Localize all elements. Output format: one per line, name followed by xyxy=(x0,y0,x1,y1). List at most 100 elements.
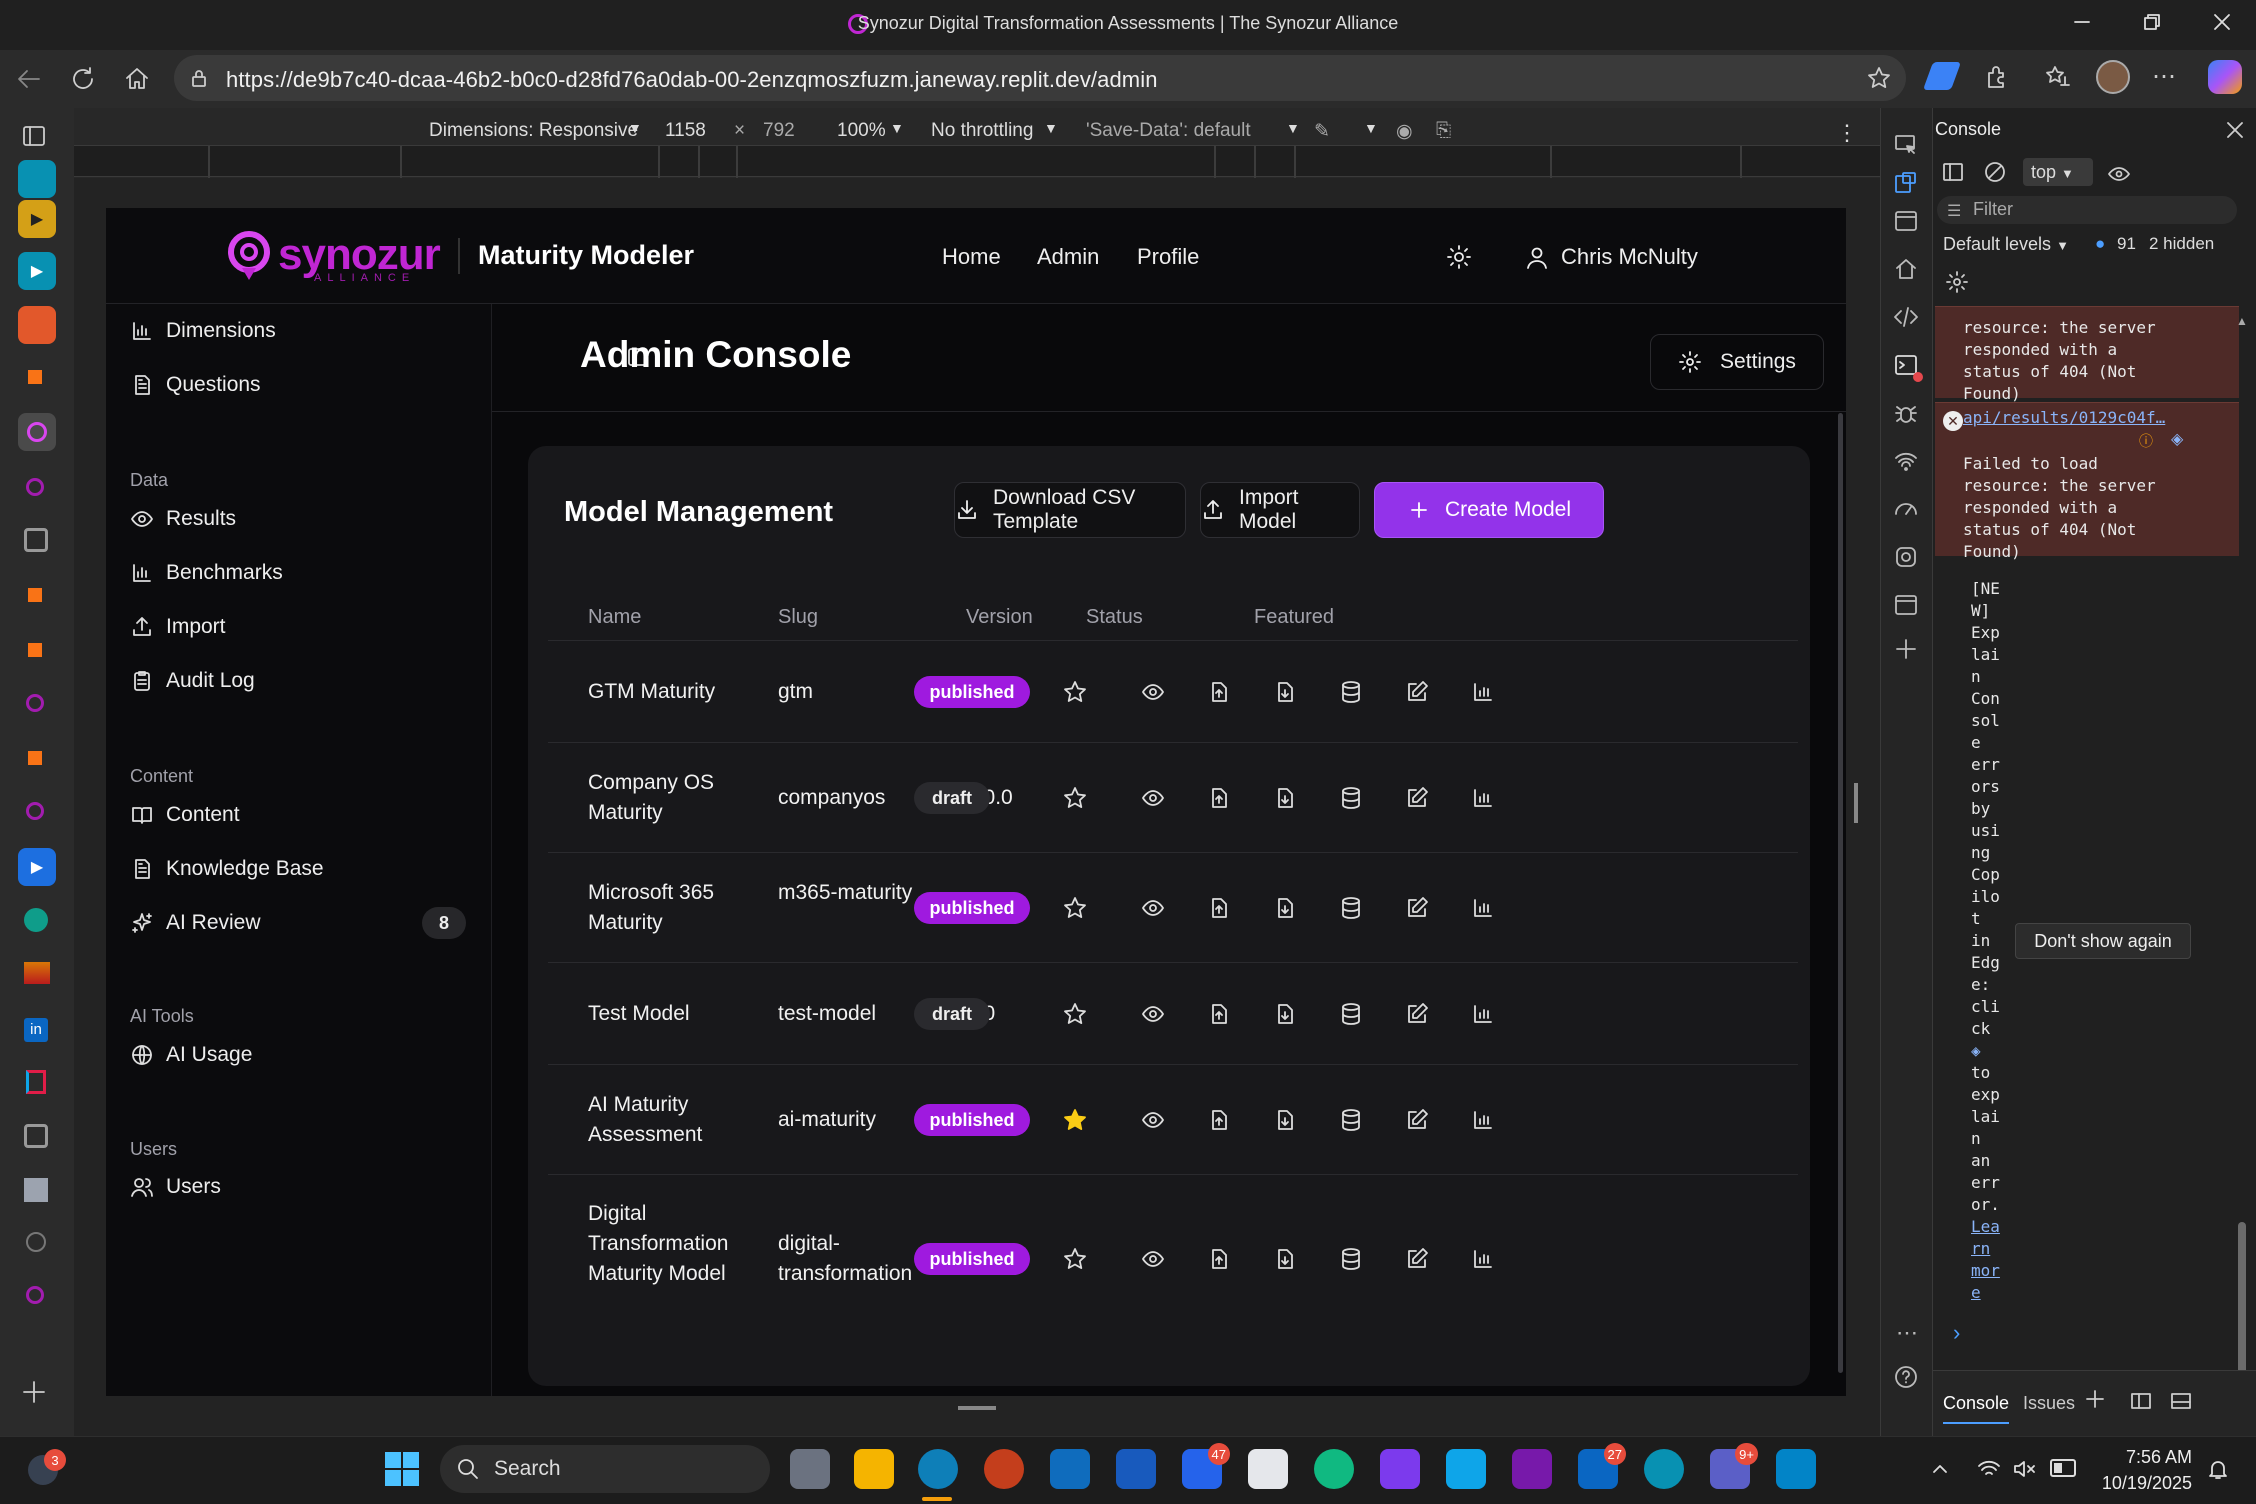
sidebar-item-benchmarks[interactable]: Benchmarks xyxy=(130,553,283,593)
file-download-icon[interactable] xyxy=(1252,1108,1318,1132)
throttling-select[interactable]: No throttling xyxy=(931,120,1033,142)
chart-icon[interactable] xyxy=(1450,1002,1516,1026)
edit-icon[interactable] xyxy=(1384,786,1450,810)
tab-icon-21[interactable] xyxy=(26,1232,46,1252)
eye-icon[interactable] xyxy=(1120,1247,1186,1271)
file-download-icon[interactable] xyxy=(1252,1002,1318,1026)
featured-star-icon[interactable] xyxy=(1062,1001,1088,1027)
sidebar-item-ai-usage[interactable]: AI Usage xyxy=(130,1035,252,1075)
task-view-icon[interactable] xyxy=(790,1449,830,1489)
featured-star-icon[interactable] xyxy=(1062,785,1088,811)
tab-icon-active[interactable] xyxy=(18,413,56,451)
column-header-version[interactable]: Version xyxy=(966,606,1033,629)
chart-icon[interactable] xyxy=(1450,896,1516,920)
column-header-featured[interactable]: Featured xyxy=(1254,606,1334,629)
database-icon[interactable] xyxy=(1318,1108,1384,1132)
bug-icon[interactable] xyxy=(1893,400,1921,428)
network-wifi-icon[interactable] xyxy=(1893,448,1921,476)
sidebar-item-knowledge-base[interactable]: Knowledge Base xyxy=(130,849,324,889)
tab-icon-3[interactable]: ▶ xyxy=(18,252,56,290)
welcome-home-icon[interactable] xyxy=(1893,256,1921,284)
column-header-slug[interactable]: Slug xyxy=(778,606,818,629)
copilot-explain-icon[interactable]: ◈ xyxy=(2171,429,2183,449)
create-model-button[interactable]: Create Model xyxy=(1374,482,1604,538)
power-apps-icon[interactable] xyxy=(1380,1449,1420,1489)
tab-icon-18[interactable] xyxy=(26,1070,46,1094)
inspect-icon[interactable] xyxy=(1893,132,1921,160)
settings-gear-icon[interactable] xyxy=(1893,544,1921,572)
chart-icon[interactable] xyxy=(1450,1247,1516,1271)
learn-more-link[interactable]: mor xyxy=(1971,1260,2011,1282)
edit-icon[interactable] xyxy=(1384,680,1450,704)
tab-issues[interactable]: Issues xyxy=(2023,1393,2075,1414)
close-window-icon[interactable] xyxy=(2210,10,2234,34)
tab-icon-linkedin[interactable]: in xyxy=(24,1018,48,1042)
user-name[interactable]: Chris McNulty xyxy=(1561,244,1698,270)
tab-icon-8[interactable] xyxy=(24,528,48,552)
device-posture-icon[interactable]: ✎ xyxy=(1314,120,1330,143)
nav-home[interactable]: Home xyxy=(942,244,1001,270)
tab-icon-22[interactable] xyxy=(26,1286,44,1304)
column-header-name[interactable]: Name xyxy=(588,606,641,629)
extension-icon[interactable] xyxy=(1922,62,1962,90)
edit-icon[interactable] xyxy=(1384,1247,1450,1271)
restore-icon[interactable] xyxy=(2140,10,2164,34)
application-icon[interactable] xyxy=(1893,592,1921,620)
database-icon[interactable] xyxy=(1318,1002,1384,1026)
teams-icon[interactable]: 9+ xyxy=(1710,1443,1758,1489)
database-icon[interactable] xyxy=(1318,680,1384,704)
close-devtools-icon[interactable] xyxy=(2223,118,2247,142)
url-bar[interactable]: https://de9b7c40-dcaa-46b2-b0c0-d28fd76a… xyxy=(174,55,1906,101)
console-settings-gear-icon[interactable] xyxy=(1945,270,1969,294)
more-options-icon[interactable]: ⋯ xyxy=(1893,1320,1921,1348)
file-download-icon[interactable] xyxy=(1252,786,1318,810)
download-csv-template-button[interactable]: Download CSV Template xyxy=(954,482,1186,538)
copilot-explain-icon[interactable]: ◈ xyxy=(1971,1040,2011,1062)
table-row[interactable]: Test Modeltest-model1.0draft xyxy=(548,962,1798,1064)
more-tools-plus-icon[interactable] xyxy=(1893,636,1921,664)
console-icon[interactable] xyxy=(1893,352,1923,382)
sidebar-item-ai-review[interactable]: AI Review xyxy=(130,903,261,943)
snipping-tool-icon[interactable] xyxy=(1248,1449,1288,1489)
device-emulation-icon[interactable] xyxy=(1893,170,1921,198)
back-icon[interactable] xyxy=(14,64,44,94)
edit-icon[interactable] xyxy=(1384,1108,1450,1132)
resize-handle-right[interactable] xyxy=(1854,783,1858,823)
sidebar-item-results[interactable]: Results xyxy=(130,499,236,539)
file-upload-icon[interactable] xyxy=(1186,1108,1252,1132)
tab-icon-14[interactable]: ▶ xyxy=(18,848,56,886)
onenote-icon[interactable] xyxy=(1512,1449,1552,1489)
todo-icon[interactable]: 47 xyxy=(1182,1443,1230,1489)
table-row[interactable]: Company OS Maturitycompanyos1.0.0draft xyxy=(548,742,1798,852)
tab-icon-20[interactable] xyxy=(24,1178,48,1202)
eye-icon[interactable] xyxy=(1120,1002,1186,1026)
eye-icon[interactable] xyxy=(1120,1108,1186,1132)
learn-more-link[interactable]: Lea xyxy=(1971,1216,2011,1238)
file-download-icon[interactable] xyxy=(1252,680,1318,704)
edge-beta-icon[interactable] xyxy=(1644,1449,1684,1489)
battery-icon[interactable] xyxy=(2050,1459,2076,1477)
elements-code-icon[interactable] xyxy=(1893,304,1921,332)
add-tab-plus-icon[interactable] xyxy=(2083,1387,2107,1411)
live-expression-eye-icon[interactable] xyxy=(2107,162,2131,186)
home-icon[interactable] xyxy=(122,64,152,94)
sidebar-panel-icon[interactable] xyxy=(1941,160,1965,184)
theme-toggle-icon[interactable] xyxy=(1446,244,1472,270)
table-row[interactable]: Digital Transformation Maturity Model dig… xyxy=(548,1174,1798,1342)
performance-icon[interactable] xyxy=(1893,496,1921,524)
file-upload-icon[interactable] xyxy=(1186,680,1252,704)
profile-avatar[interactable] xyxy=(2096,60,2130,94)
table-row[interactable]: Microsoft 365 Maturitym365-maturity1.0.0… xyxy=(548,852,1798,962)
scroll-up-icon[interactable]: ▲ xyxy=(2236,314,2248,328)
edge-icon[interactable] xyxy=(918,1449,958,1489)
favorites-icon[interactable] xyxy=(2043,63,2071,91)
sidebar-item-dimensions[interactable]: Dimensions xyxy=(130,311,276,351)
dock-icon[interactable] xyxy=(2129,1389,2153,1413)
save-data-select[interactable]: 'Save-Data': default xyxy=(1086,120,1251,142)
clock-time[interactable]: 7:56 AM xyxy=(2094,1447,2192,1468)
console-error-2[interactable]: ✕ api/results/0129c04f… ⓘ ◈ Failed to lo… xyxy=(1935,402,2239,561)
reload-icon[interactable] xyxy=(68,64,98,94)
eye-icon[interactable]: ◉ xyxy=(1396,120,1413,143)
rotate-icon[interactable]: ⎘ xyxy=(1436,120,1451,142)
photos-icon[interactable] xyxy=(1776,1449,1816,1489)
